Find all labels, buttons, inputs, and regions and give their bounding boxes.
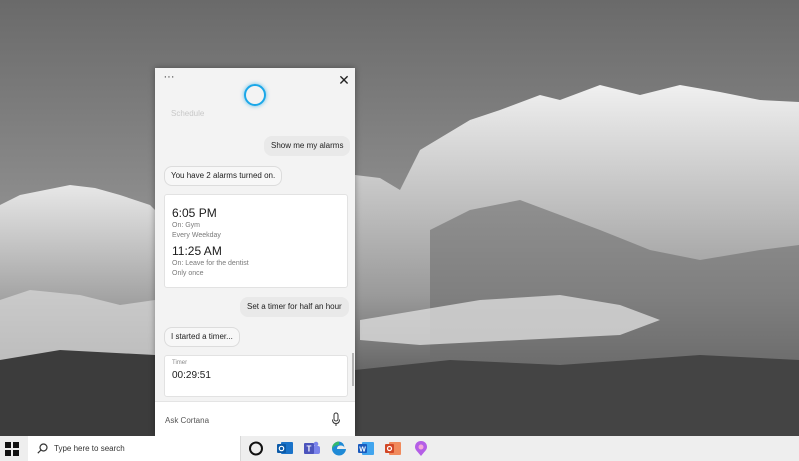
close-button[interactable]: ✕	[337, 72, 351, 88]
cortana-icon[interactable]	[247, 440, 265, 457]
taskbar-search-placeholder: Type here to search	[54, 444, 125, 453]
alarm-repeat: Only once	[172, 270, 204, 277]
windows-start-icon[interactable]	[5, 442, 19, 456]
desktop-wallpaper	[0, 0, 799, 436]
edge-icon[interactable]	[330, 440, 348, 457]
user-message-alarms: Show me my alarms	[264, 136, 351, 156]
outlook-icon[interactable]	[276, 440, 294, 457]
alarm-time: 6:05 PM	[172, 206, 217, 220]
alarm-label: On: Leave for the dentist	[172, 260, 249, 267]
cortana-panel: ··· ✕ Schedule Show me my alarms You hav…	[155, 68, 355, 436]
search-icon	[37, 443, 48, 454]
cortana-reply-timer: I started a timer...	[164, 327, 240, 347]
panel-scrollbar[interactable]	[352, 353, 354, 386]
teams-icon[interactable]: T	[303, 440, 321, 457]
office-icon[interactable]	[384, 440, 402, 457]
ask-cortana-bar	[155, 401, 355, 436]
svg-text:W: W	[359, 446, 366, 453]
cortana-ring-icon	[244, 84, 266, 106]
alarm-repeat: Every Weekday	[172, 232, 221, 239]
faded-previous-message: Schedule	[171, 109, 205, 118]
paint-icon[interactable]	[412, 440, 430, 457]
alarm-label: On: Gym	[172, 222, 201, 229]
cortana-reply-alarms: You have 2 alarms turned on.	[164, 166, 283, 186]
word-icon[interactable]: W	[357, 440, 375, 457]
taskbar-search-box[interactable]: Type here to search	[28, 436, 241, 461]
timer-card[interactable]: Timer 00:29:51	[164, 355, 348, 397]
timer-label: Timer	[172, 360, 188, 366]
alarm-time: 11:25 AM	[172, 244, 222, 258]
timer-value: 00:29:51	[172, 370, 211, 381]
more-options-button[interactable]: ···	[161, 72, 177, 86]
ask-cortana-input[interactable]	[165, 413, 315, 427]
user-message-timer: Set a timer for half an hour	[240, 297, 349, 317]
microphone-icon[interactable]	[330, 412, 342, 428]
svg-text:T: T	[307, 445, 312, 454]
taskbar: Type here to search T W	[0, 436, 799, 461]
alarms-card[interactable]: 6:05 PM On: Gym Every Weekday 11:25 AM O…	[164, 194, 348, 288]
